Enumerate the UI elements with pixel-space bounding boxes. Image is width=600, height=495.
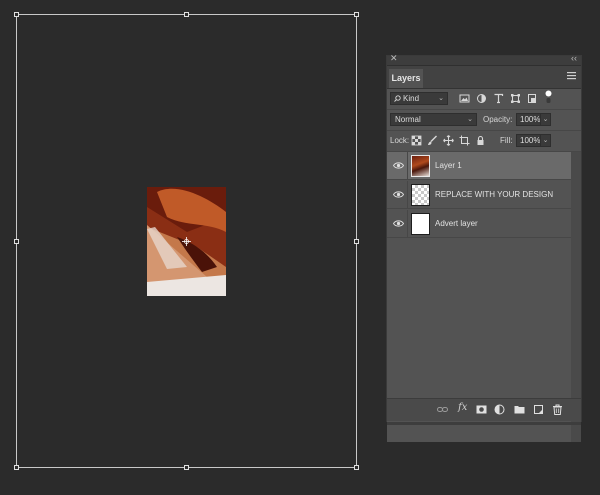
layers-bottom-toolbar: fx	[387, 398, 581, 421]
layer-row-replace-with-your-design[interactable]: REPLACE WITH YOUR DESIGN	[387, 181, 571, 209]
collapse-panel-icon[interactable]: ‹‹	[571, 53, 577, 63]
lock-position-icon[interactable]	[443, 135, 454, 146]
panel-menu-icon[interactable]	[567, 71, 576, 80]
eye-icon[interactable]	[393, 161, 404, 170]
layers-panel: ✕ ‹‹ Layers Kind ⌄ Normal ⌄ Opacity: 100…	[386, 53, 582, 442]
blend-row: Normal ⌄ Opacity: 100% ⌄	[387, 110, 581, 131]
transform-handle-bottom-middle[interactable]	[184, 465, 189, 470]
blend-mode-select[interactable]: Normal ⌄	[390, 113, 477, 126]
new-group-icon[interactable]	[514, 404, 525, 415]
panel-tab-bar: Layers	[387, 66, 581, 89]
transform-handle-top-left[interactable]	[14, 12, 19, 17]
fill-field[interactable]: 100%	[516, 134, 542, 147]
eye-icon[interactable]	[393, 219, 404, 228]
opacity-field[interactable]: 100%	[516, 113, 542, 126]
transform-handle-bottom-right[interactable]	[354, 465, 359, 470]
lock-transparent-pixels-icon[interactable]	[411, 135, 422, 146]
lock-row: Lock: Fill: 100% ⌄	[387, 131, 581, 152]
filter-toggle-icon[interactable]	[543, 90, 554, 104]
search-icon	[394, 95, 401, 102]
type-filter-icon[interactable]	[493, 93, 504, 104]
add-mask-icon[interactable]	[476, 404, 487, 415]
fill-label: Fill:	[500, 136, 513, 145]
layer-row-advert-layer[interactable]: Advert layer	[387, 210, 571, 238]
lock-image-pixels-icon[interactable]	[427, 135, 438, 146]
divider	[407, 152, 408, 179]
close-panel-icon[interactable]: ✕	[390, 53, 398, 64]
lock-artboard-icon[interactable]	[459, 135, 470, 146]
blend-mode-value: Normal	[395, 115, 421, 124]
smart-object-filter-icon[interactable]	[527, 93, 538, 104]
panel-title-strip: ✕ ‹‹	[387, 53, 581, 66]
adjustment-layer-icon[interactable]	[494, 404, 505, 415]
transform-handle-bottom-left[interactable]	[14, 465, 19, 470]
new-layer-icon[interactable]	[533, 404, 544, 415]
link-layers-icon[interactable]	[437, 404, 448, 415]
layer-row-layer-1[interactable]: Layer 1	[387, 152, 571, 180]
divider	[407, 181, 408, 208]
lock-all-icon[interactable]	[475, 135, 486, 146]
transform-handle-middle-left[interactable]	[14, 239, 19, 244]
opacity-label: Opacity:	[483, 115, 513, 124]
eye-icon[interactable]	[393, 190, 404, 199]
document-canvas[interactable]	[0, 0, 385, 495]
layer-name[interactable]: Layer 1	[435, 152, 462, 180]
image-filter-icon[interactable]	[459, 93, 470, 104]
chevron-down-icon: ⌄	[438, 95, 444, 102]
transform-handle-middle-right[interactable]	[354, 239, 359, 244]
trash-icon[interactable]	[552, 404, 563, 415]
layer-thumbnail[interactable]	[411, 213, 430, 235]
panel-resize-handle[interactable]	[387, 422, 581, 425]
kind-filter-select[interactable]: Kind ⌄	[390, 92, 448, 105]
shape-filter-icon[interactable]	[510, 93, 521, 104]
adjustment-filter-icon[interactable]	[476, 93, 487, 104]
layer-name[interactable]: REPLACE WITH YOUR DESIGN	[435, 181, 553, 209]
opacity-dropdown-button[interactable]: ⌄	[540, 113, 551, 126]
layer-name[interactable]: Advert layer	[435, 210, 478, 238]
divider	[407, 210, 408, 237]
layer-thumbnail[interactable]	[411, 155, 430, 177]
chevron-down-icon: ⌄	[467, 116, 473, 123]
fill-dropdown-button[interactable]: ⌄	[540, 134, 551, 147]
layer-thumbnail[interactable]	[411, 184, 430, 206]
tab-layers[interactable]: Layers	[389, 69, 423, 88]
filter-row: Kind ⌄	[387, 89, 581, 110]
transform-handle-top-middle[interactable]	[184, 12, 189, 17]
transform-handle-top-right[interactable]	[354, 12, 359, 17]
transform-pivot-icon[interactable]	[182, 237, 191, 246]
lock-label: Lock:	[390, 136, 410, 145]
kind-filter-value: Kind	[403, 94, 420, 103]
fx-icon[interactable]: fx	[458, 402, 467, 413]
